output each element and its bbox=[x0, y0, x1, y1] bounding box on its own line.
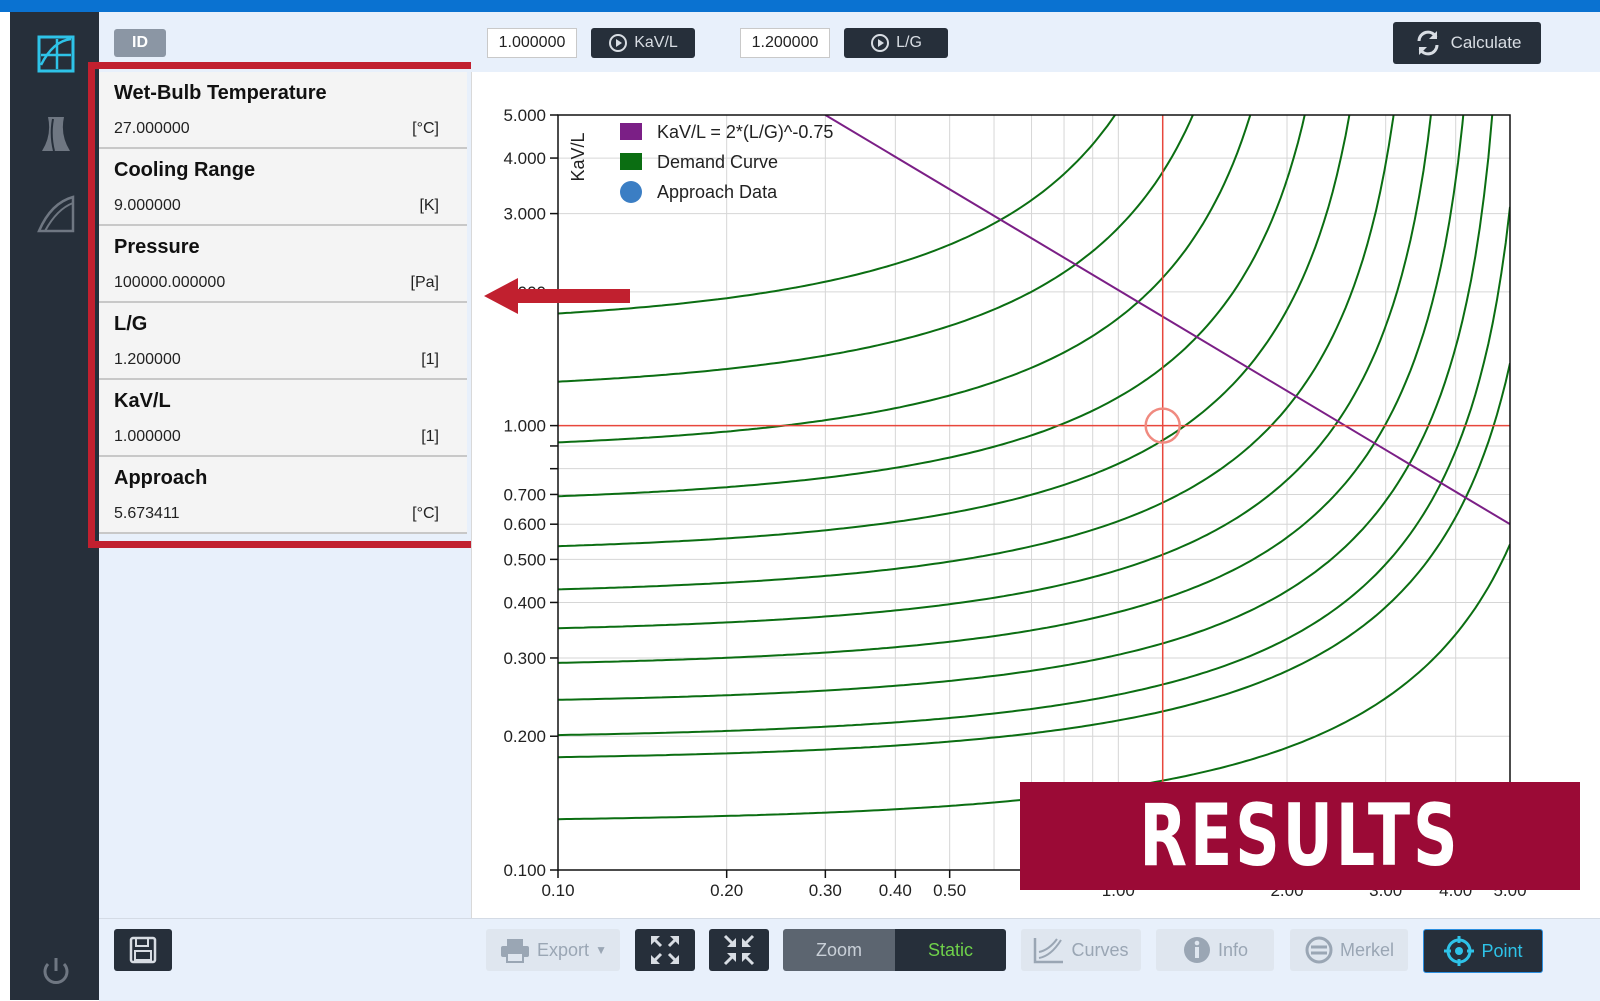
kavl-button[interactable]: KaV/L bbox=[591, 28, 695, 58]
results-banner: RESULTS bbox=[1020, 782, 1580, 890]
kavl-button-label: KaV/L bbox=[634, 34, 678, 51]
point-button[interactable]: Point bbox=[1423, 929, 1543, 973]
results-text: RESULTS bbox=[1139, 786, 1461, 886]
y-tick-label: 3.000 bbox=[503, 205, 546, 224]
x-tick-label: 0.40 bbox=[879, 881, 912, 900]
expand-button[interactable] bbox=[635, 929, 695, 971]
curves-label: Curves bbox=[1071, 939, 1129, 960]
play-icon bbox=[871, 34, 890, 52]
curve-icon[interactable] bbox=[36, 194, 76, 234]
window-edge bbox=[0, 12, 10, 1000]
y-tick-label: 0.100 bbox=[503, 861, 546, 880]
calculate-button[interactable]: Calculate bbox=[1393, 22, 1541, 64]
merkel-button[interactable]: Merkel bbox=[1290, 929, 1408, 971]
chart-icon[interactable] bbox=[36, 34, 76, 74]
x-tick-label: 0.30 bbox=[809, 881, 842, 900]
collapse-icon bbox=[723, 934, 755, 966]
power-icon[interactable] bbox=[36, 952, 76, 992]
y-tick-label: 5.000 bbox=[503, 106, 546, 125]
legend-swatch-approach bbox=[620, 181, 642, 203]
info-icon bbox=[1183, 937, 1210, 963]
info-button[interactable]: Info bbox=[1156, 929, 1274, 971]
play-icon bbox=[609, 34, 628, 52]
point-label: Point bbox=[1481, 940, 1523, 961]
y-tick-label: 0.300 bbox=[503, 649, 546, 668]
highlight-box bbox=[88, 62, 487, 548]
bottom-toolbar: Export ▼ Zoom Static Curves Info Merkel … bbox=[99, 918, 1600, 1001]
calculate-button-label: Calculate bbox=[1450, 33, 1522, 52]
collapse-button[interactable] bbox=[709, 929, 769, 971]
legend-swatch-kavl bbox=[620, 123, 642, 140]
legend-entry: Demand Curve bbox=[657, 152, 778, 172]
kavl-input[interactable]: 1.000000 bbox=[487, 28, 577, 58]
static-toggle[interactable]: Static bbox=[895, 929, 1006, 971]
title-bar bbox=[0, 0, 1600, 12]
legend-swatch-demand bbox=[620, 153, 642, 170]
refresh-icon bbox=[1417, 30, 1439, 56]
lg-button-label: L/G bbox=[896, 34, 922, 51]
legend-entry: Approach Data bbox=[657, 182, 778, 202]
zoom-toggle[interactable]: Zoom bbox=[783, 929, 895, 971]
y-tick-label: 4.000 bbox=[503, 149, 546, 168]
plot-background bbox=[558, 115, 1510, 870]
save-icon bbox=[129, 936, 157, 964]
y-tick-label: 0.200 bbox=[503, 727, 546, 746]
x-tick-label: 0.10 bbox=[541, 881, 574, 900]
y-tick-label: 0.500 bbox=[503, 550, 546, 569]
info-label: Info bbox=[1217, 939, 1249, 960]
crosshair-icon bbox=[1444, 936, 1475, 966]
curves-button[interactable]: Curves bbox=[1021, 929, 1141, 971]
tower-icon[interactable] bbox=[36, 114, 76, 154]
legend-entry: KaV/L = 2*(L/G)^-0.75 bbox=[657, 122, 833, 142]
x-tick-label: 0.20 bbox=[710, 881, 743, 900]
y-tick-label: 0.400 bbox=[503, 593, 546, 612]
chart-toolbar: 1.000000 KaV/L 1.200000 L/G Calculate bbox=[471, 12, 1600, 72]
y-tick-label: 0.600 bbox=[503, 515, 546, 534]
printer-icon bbox=[501, 939, 530, 963]
id-button[interactable]: ID bbox=[114, 29, 166, 57]
merkel-icon bbox=[1305, 936, 1333, 964]
chevron-down-icon: ▼ bbox=[595, 943, 607, 957]
chart-grid bbox=[558, 115, 1510, 870]
export-label: Export bbox=[537, 939, 590, 960]
lg-input[interactable]: 1.200000 bbox=[740, 28, 830, 58]
expand-icon bbox=[651, 936, 679, 964]
merkel-label: Merkel bbox=[1339, 939, 1394, 960]
y-tick-label: 0.700 bbox=[503, 485, 546, 504]
lg-button[interactable]: L/G bbox=[844, 28, 948, 58]
curves-icon bbox=[1034, 938, 1064, 964]
x-tick-label: 0.50 bbox=[933, 881, 966, 900]
sidebar bbox=[10, 12, 99, 1000]
y-tick-label: 1.000 bbox=[503, 417, 546, 436]
export-button[interactable]: Export ▼ bbox=[486, 929, 620, 971]
y-axis-label: KaV/L bbox=[568, 132, 588, 181]
arrow-left-icon bbox=[484, 278, 630, 314]
save-button[interactable] bbox=[114, 929, 172, 971]
